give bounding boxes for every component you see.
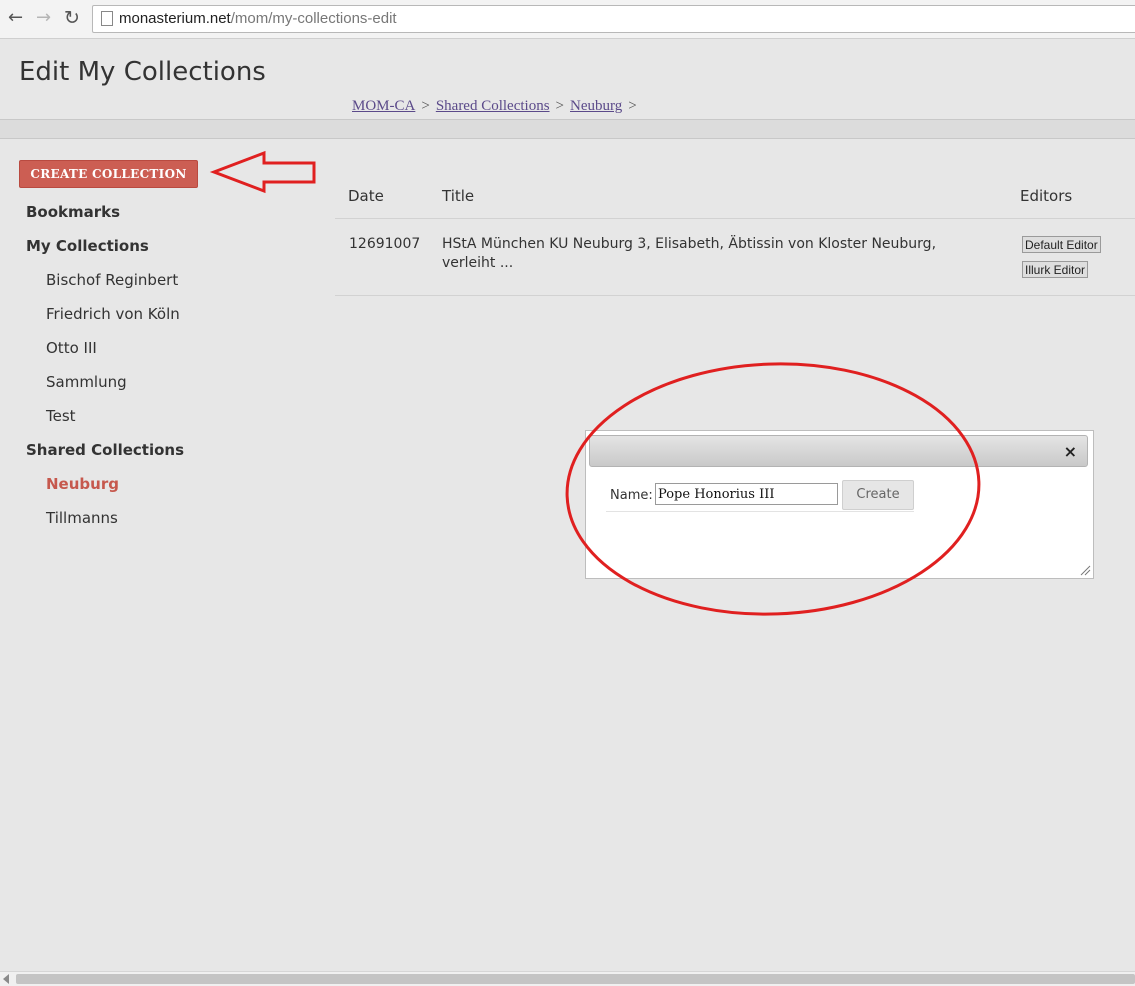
- sidebar-item-otto-iii[interactable]: Otto III: [46, 339, 97, 357]
- sidebar-heading-shared-collections[interactable]: Shared Collections: [26, 441, 184, 459]
- breadcrumb-neuburg[interactable]: Neuburg: [570, 98, 622, 114]
- breadcrumb-separator: >: [421, 98, 430, 114]
- sidebar-item-bookmarks[interactable]: Bookmarks: [26, 203, 120, 221]
- name-label: Name:: [610, 488, 653, 503]
- arrow-left-icon[interactable]: ←: [8, 8, 23, 28]
- browser-toolbar: ← → ↻ monasterium.net/mom/my-collections…: [0, 0, 1135, 39]
- dialog-titlebar[interactable]: ×: [589, 435, 1088, 467]
- close-icon[interactable]: ×: [1064, 442, 1077, 461]
- table-header-divider: [335, 218, 1135, 219]
- arrow-right-icon[interactable]: →: [36, 8, 51, 28]
- create-collection-dialog: × Name: Create: [585, 430, 1094, 579]
- page-title: Edit My Collections: [19, 57, 266, 87]
- sidebar-item-friedrich-von-koeln[interactable]: Friedrich von Köln: [46, 305, 180, 323]
- scroll-left-arrow-icon[interactable]: [3, 974, 9, 984]
- sidebar-item-sammlung[interactable]: Sammlung: [46, 373, 127, 391]
- sidebar-item-bischof-reginbert[interactable]: Bischof Reginbert: [46, 271, 178, 289]
- table-cell-title-line1[interactable]: HStA München KU Neuburg 3, Elisabeth, Äb…: [442, 235, 936, 254]
- column-header-title: Title: [442, 187, 475, 205]
- default-editor-button[interactable]: Default Editor: [1022, 236, 1101, 253]
- table-cell-title-line2[interactable]: verleiht ...: [442, 254, 513, 273]
- create-button[interactable]: Create: [842, 480, 914, 510]
- url-text: monasterium.net/mom/my-collections-edit: [119, 10, 397, 27]
- column-header-editors: Editors: [1020, 187, 1073, 205]
- page-icon: [101, 11, 113, 26]
- address-bar[interactable]: monasterium.net/mom/my-collections-edit: [92, 5, 1135, 33]
- scrollbar-thumb[interactable]: [16, 974, 1135, 984]
- sidebar-item-test[interactable]: Test: [46, 407, 76, 425]
- illurk-editor-button[interactable]: Illurk Editor: [1022, 261, 1089, 278]
- breadcrumb-separator: >: [628, 98, 637, 114]
- create-collection-button[interactable]: CREATE COLLECTION: [19, 160, 198, 188]
- table-row-divider: [335, 295, 1135, 296]
- annotation-arrow-icon: [209, 150, 316, 194]
- sidebar-item-neuburg[interactable]: Neuburg: [46, 475, 119, 493]
- table-cell-date: 12691007: [349, 236, 421, 252]
- collection-name-input[interactable]: [655, 483, 838, 505]
- form-divider: [606, 511, 914, 512]
- breadcrumb-mom-ca[interactable]: MOM-CA: [352, 98, 415, 114]
- breadcrumb: MOM-CA > Shared Collections > Neuburg >: [352, 98, 643, 115]
- breadcrumb-shared-collections[interactable]: Shared Collections: [436, 98, 550, 114]
- sidebar-item-tillmanns[interactable]: Tillmanns: [46, 509, 118, 527]
- reload-icon[interactable]: ↻: [64, 8, 80, 28]
- horizontal-scrollbar[interactable]: [0, 971, 1135, 986]
- breadcrumb-separator: >: [555, 98, 565, 114]
- resize-grip-icon[interactable]: [1079, 564, 1091, 576]
- header-divider: [0, 119, 1135, 139]
- column-header-date: Date: [348, 187, 384, 205]
- sidebar-heading-my-collections[interactable]: My Collections: [26, 237, 149, 255]
